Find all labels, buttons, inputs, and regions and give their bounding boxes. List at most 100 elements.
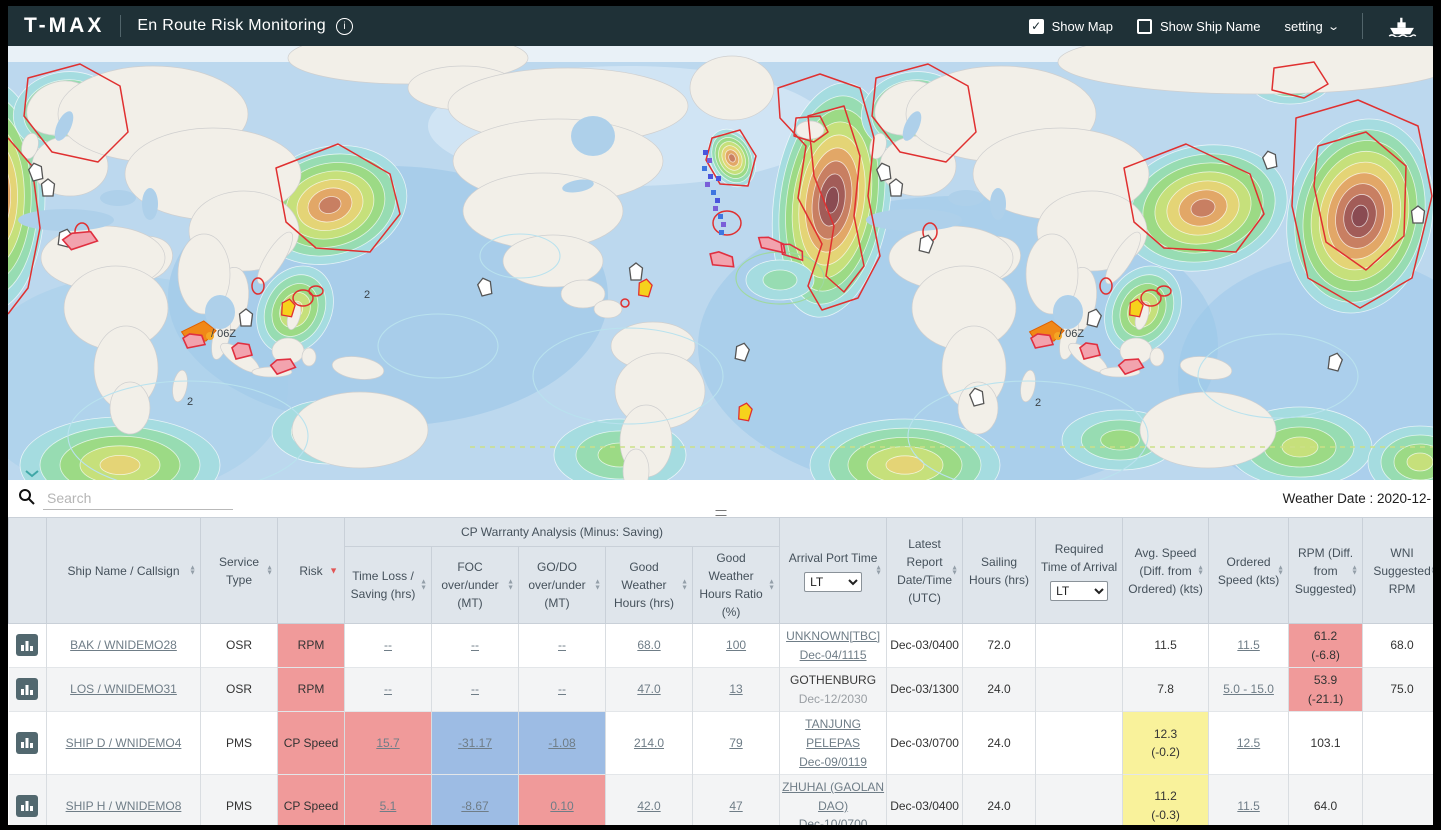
cell-gw-ratio[interactable]: 13 <box>693 668 780 712</box>
cell-latest-report: Dec-03/0400 <box>887 624 963 668</box>
col-header-ship-name[interactable]: Ship Name / Callsign▲▼ <box>47 518 201 624</box>
cell-godo[interactable]: -1.08 <box>519 712 606 775</box>
setting-dropdown[interactable]: setting ⌄ <box>1284 19 1338 34</box>
sort-icon[interactable]: ▲▼ <box>594 580 601 591</box>
col-header-godo[interactable]: GO/DO over/under (MT)▲▼ <box>519 547 606 624</box>
cell-ordered-speed[interactable]: 5.0 - 15.0 <box>1209 668 1289 712</box>
cell-time-loss[interactable]: 5.1 <box>345 775 432 825</box>
col-header-foc[interactable]: FOC over/under (MT)▲▼ <box>432 547 519 624</box>
col-header-avg-speed[interactable]: Avg. Speed (Diff. from Ordered) (kts)▲▼ <box>1123 518 1209 624</box>
cell-foc[interactable]: -- <box>432 624 519 668</box>
timezone-select[interactable]: LT <box>804 572 862 592</box>
cell-time-loss[interactable]: -- <box>345 668 432 712</box>
sort-icon[interactable]: ▲▼ <box>768 580 775 591</box>
fleet-ship-icon[interactable] <box>1387 15 1417 37</box>
cell-gw-ratio[interactable]: 47 <box>693 775 780 825</box>
sort-icon[interactable]: ▲▼ <box>1277 565 1284 576</box>
cell-ship-name[interactable]: SHIP H / WNIDEMO8 <box>47 775 201 825</box>
group-header-cp-warranty: CP Warranty Analysis (Minus: Saving) <box>345 518 780 547</box>
map-annotation-label: 2 <box>1035 397 1041 409</box>
cell-ship-name[interactable]: SHIP D / WNIDEMO4 <box>47 712 201 775</box>
col-header-gw-ratio[interactable]: Good Weather Hours Ratio (%)▲▼ <box>693 547 780 624</box>
cell-foc[interactable]: -31.17 <box>432 712 519 775</box>
sort-icon[interactable]: ▲▼ <box>1197 565 1204 576</box>
cell-gw-hours[interactable]: 68.0 <box>606 624 693 668</box>
cell-ship-name[interactable]: BAK / WNIDEMO28 <box>47 624 201 668</box>
splitter-drag-handle[interactable] <box>715 510 726 516</box>
sort-icon[interactable]: ▲▼ <box>420 580 427 591</box>
cell-godo[interactable]: -- <box>519 668 606 712</box>
cell-gw-hours[interactable]: 42.0 <box>606 775 693 825</box>
cell-ordered-speed[interactable]: 12.5 <box>1209 712 1289 775</box>
cell-service-type: PMS <box>201 775 278 825</box>
table-row: SHIP H / WNIDEMO8PMSCP Speed5.1-8.670.10… <box>9 775 1434 825</box>
show-ship-name-toggle[interactable]: Show Ship Name <box>1137 19 1260 34</box>
cell-godo[interactable]: 0.10 <box>519 775 606 825</box>
col-header-rpm-diff[interactable]: RPM (Diff. from Suggested)▲▼ <box>1289 518 1363 624</box>
cell-foc[interactable]: -- <box>432 668 519 712</box>
cell-chart <box>9 624 47 668</box>
sort-icon[interactable]: ▲▼ <box>681 580 688 591</box>
timezone-select[interactable]: LT <box>1050 581 1108 601</box>
chart-icon-button[interactable] <box>16 678 38 700</box>
col-header-latest-report[interactable]: Latest Report Date/Time (UTC)▲▼ <box>887 518 963 624</box>
ship-risk-table: Ship Name / Callsign▲▼Service Type▲▼Risk… <box>8 517 1433 825</box>
top-bar: T-MAX En Route Risk Monitoring i ✓ Show … <box>8 6 1433 46</box>
cell-time-loss[interactable]: 15.7 <box>345 712 432 775</box>
app-logo: T-MAX <box>24 14 104 38</box>
show-map-toggle[interactable]: ✓ Show Map <box>1029 19 1113 34</box>
cell-avg-speed: 12.3(-0.2) <box>1123 712 1209 775</box>
cell-time-loss[interactable]: -- <box>345 624 432 668</box>
cell-gw-hours[interactable]: 47.0 <box>606 668 693 712</box>
chart-icon-button[interactable] <box>16 634 38 656</box>
cell-ship-name[interactable]: LOS / WNIDEMO31 <box>47 668 201 712</box>
chart-icon-button[interactable] <box>16 732 38 754</box>
cell-godo[interactable]: -- <box>519 624 606 668</box>
cell-foc[interactable]: -8.67 <box>432 775 519 825</box>
cell-ordered-speed[interactable]: 11.5 <box>1209 775 1289 825</box>
cell-service-type: OSR <box>201 624 278 668</box>
sort-icon[interactable]: ▲▼ <box>875 565 882 576</box>
cell-arrival-port[interactable]: ZHUHAI (GAOLAN DAO)Dec-10/0700 <box>780 775 887 825</box>
col-header-service-type[interactable]: Service Type▲▼ <box>201 518 278 624</box>
cell-arrival-port[interactable]: TANJUNG PELEPASDec-09/0119 <box>780 712 887 775</box>
col-header-time-loss[interactable]: Time Loss / Saving (hrs)▲▼ <box>345 547 432 624</box>
sort-icon[interactable]: ▲▼ <box>266 565 273 576</box>
chart-icon-button[interactable] <box>16 795 38 817</box>
search-input[interactable] <box>43 487 233 510</box>
cell-sailing-hours: 24.0 <box>963 668 1036 712</box>
cell-gw-hours[interactable]: 214.0 <box>606 712 693 775</box>
col-header-wni-rpm[interactable]: WNI Suggested RPM▲▼ <box>1363 518 1433 624</box>
col-header-arrival-port[interactable]: Arrival Port TimeLT▲▼ <box>780 518 887 624</box>
sort-desc-icon[interactable]: ▼ <box>329 564 338 578</box>
cell-gw-ratio[interactable]: 100 <box>693 624 780 668</box>
sort-icon[interactable]: ▲▼ <box>507 580 514 591</box>
col-header-gw-hours[interactable]: Good Weather Hours (hrs)▲▼ <box>606 547 693 624</box>
cell-avg-speed: 11.5 <box>1123 624 1209 668</box>
search-icon <box>18 488 35 510</box>
col-header-risk[interactable]: Risk▼ <box>278 518 345 624</box>
map-collapse-icon[interactable] <box>24 469 40 478</box>
sort-icon[interactable]: ▲▼ <box>951 565 958 576</box>
checkbox-checked-icon[interactable]: ✓ <box>1029 19 1044 34</box>
weather-map[interactable]: .land{fill:#f2efe8;stroke:#cfcfcf;stroke… <box>8 46 1433 480</box>
cell-rta <box>1036 668 1123 712</box>
info-icon[interactable]: i <box>336 18 353 35</box>
sort-icon[interactable]: ▲▼ <box>189 565 196 576</box>
col-header-ordered-speed[interactable]: Ordered Speed (kts)▲▼ <box>1209 518 1289 624</box>
show-ship-name-label: Show Ship Name <box>1160 19 1260 34</box>
sort-icon[interactable]: ▲▼ <box>1351 565 1358 576</box>
checkbox-unchecked-icon[interactable] <box>1137 19 1152 34</box>
sort-icon[interactable]: ▲▼ <box>1430 565 1433 576</box>
cell-wni-rpm <box>1363 712 1433 775</box>
cell-arrival-port[interactable]: UNKNOWN[TBC]Dec-04/1115 <box>780 624 887 668</box>
risk-area-polygon <box>1031 334 1053 348</box>
app-window: T-MAX En Route Risk Monitoring i ✓ Show … <box>8 6 1433 825</box>
cell-gw-ratio[interactable]: 79 <box>693 712 780 775</box>
cell-latest-report: Dec-03/0400 <box>887 775 963 825</box>
cell-risk: CP Speed <box>278 775 345 825</box>
col-header-chart <box>9 518 47 624</box>
cell-ordered-speed[interactable]: 11.5 <box>1209 624 1289 668</box>
cell-rta <box>1036 624 1123 668</box>
col-header-rta: Required Time of ArrivalLT <box>1036 518 1123 624</box>
